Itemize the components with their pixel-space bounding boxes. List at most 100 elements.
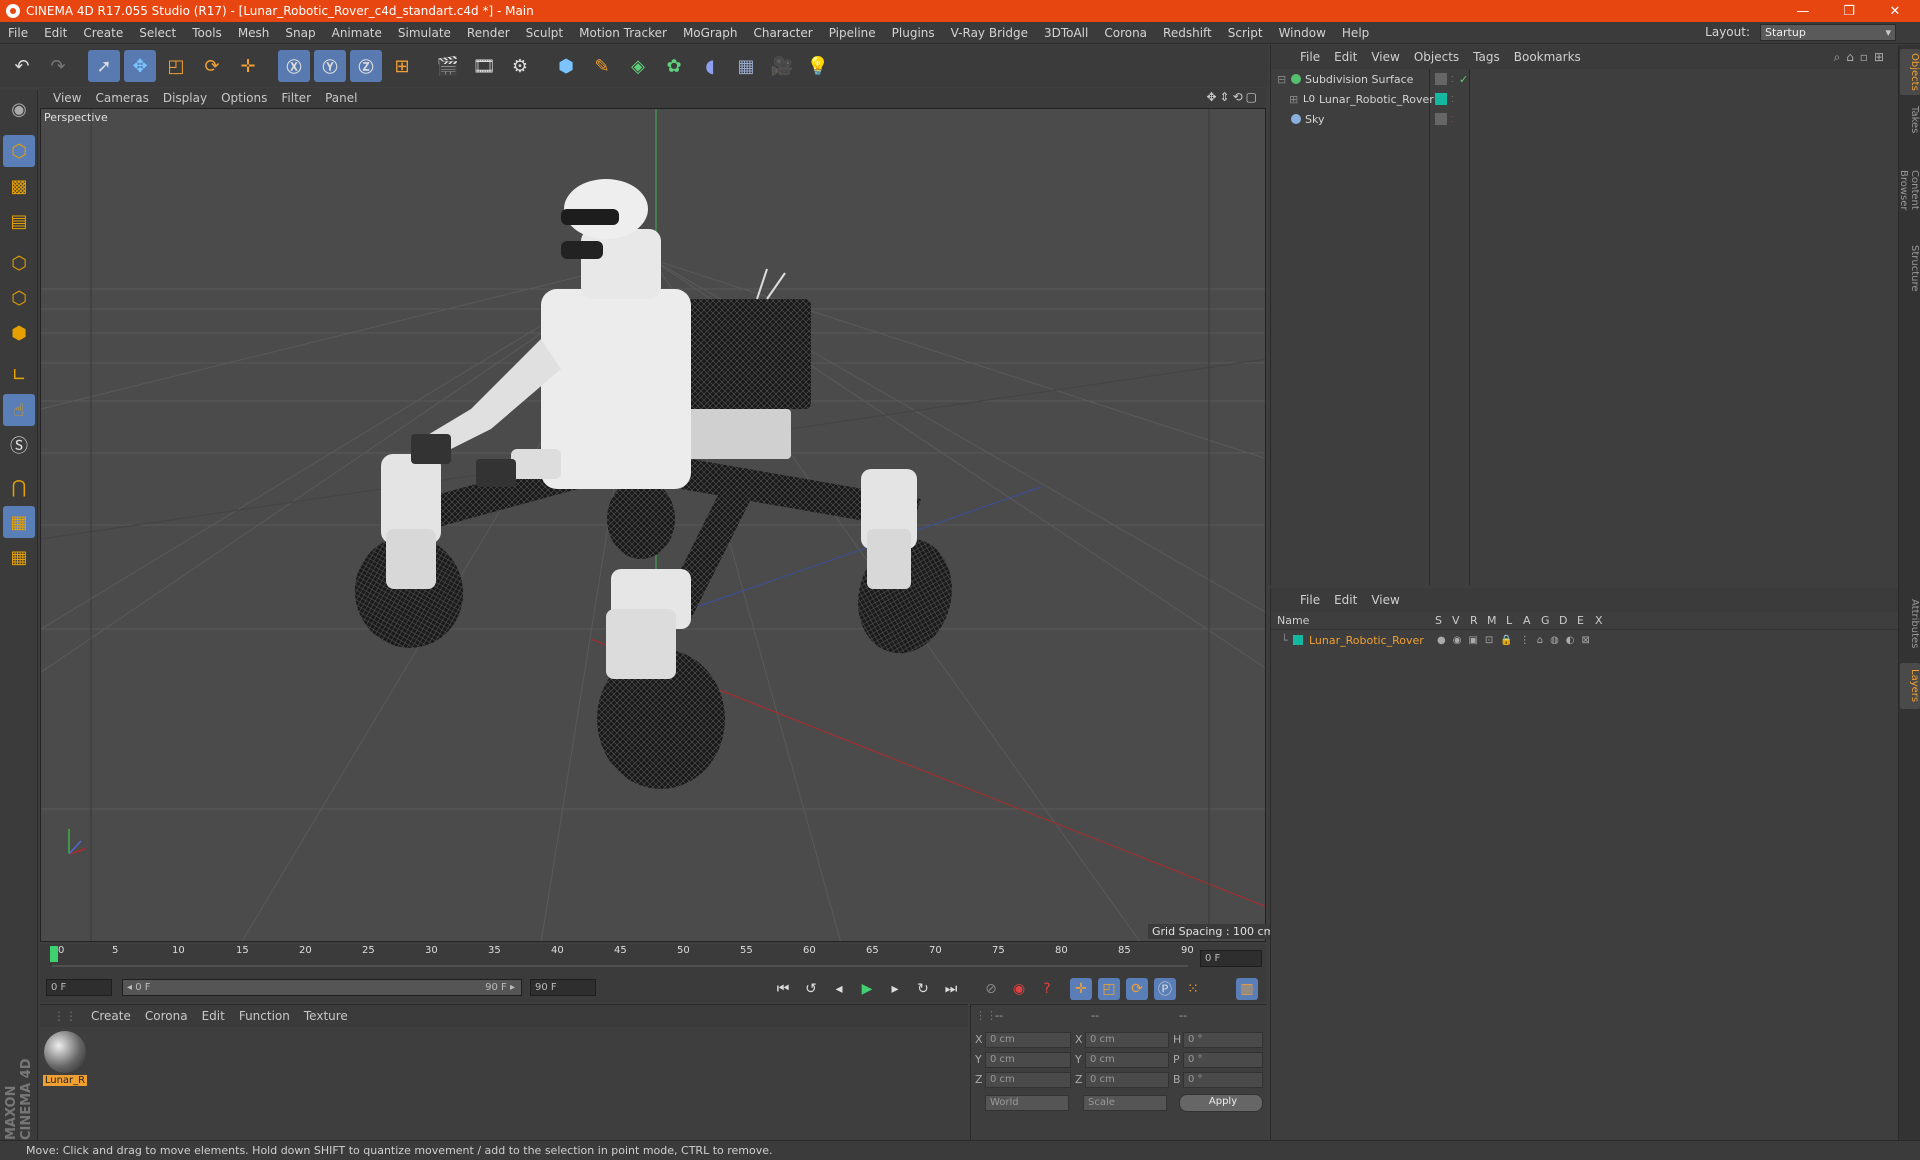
enabled-check-icon[interactable]: ✓ xyxy=(1459,73,1468,86)
material-menu-edit[interactable]: Edit xyxy=(195,1009,232,1023)
key-scale-icon[interactable]: ◰ xyxy=(1098,978,1120,1000)
texture-mode-icon[interactable]: ▩ xyxy=(3,170,35,202)
model-mode-icon[interactable]: ⬡ xyxy=(3,135,35,167)
size-y-field[interactable]: 0 cm xyxy=(1085,1052,1169,1068)
move-tool-icon[interactable]: ✥ xyxy=(124,50,156,82)
menu-mesh[interactable]: Mesh xyxy=(230,26,278,40)
apply-button[interactable]: Apply xyxy=(1179,1094,1263,1112)
coordinate-system-icon[interactable]: ⊞ xyxy=(386,50,418,82)
object-menu-file[interactable]: File xyxy=(1293,50,1327,64)
rot-b-field[interactable]: 0 ° xyxy=(1183,1072,1263,1088)
menu-simulate[interactable]: Simulate xyxy=(390,26,459,40)
size-z-field[interactable]: 0 cm xyxy=(1085,1072,1169,1088)
object-row-sky[interactable]: Sky ⁚ xyxy=(1271,109,1899,129)
rotate-tool-icon[interactable]: ⟳ xyxy=(196,50,228,82)
menu-pipeline[interactable]: Pipeline xyxy=(821,26,884,40)
solo-mode-icon[interactable]: Ⓢ xyxy=(3,429,35,461)
panel-grip-icon[interactable]: ⋮⋮ xyxy=(975,1009,997,1022)
material-swatch[interactable]: Lunar_R xyxy=(43,1031,87,1089)
menu-snap[interactable]: Snap xyxy=(277,26,323,40)
visibility-dots-icon[interactable]: ⁚ xyxy=(1451,115,1454,124)
layer-menu-edit[interactable]: Edit xyxy=(1327,593,1364,607)
autokey-icon[interactable]: ◉ xyxy=(1008,978,1030,1000)
cloner-icon[interactable]: ✿ xyxy=(658,50,690,82)
menu-window[interactable]: Window xyxy=(1271,26,1334,40)
coordinate-space-dropdown[interactable]: World xyxy=(985,1095,1069,1111)
tab-objects[interactable]: Objects xyxy=(1900,49,1920,95)
floor-icon[interactable]: ▦ xyxy=(730,50,762,82)
undo-icon[interactable]: ↶ xyxy=(6,50,38,82)
pos-x-field[interactable]: 0 cm xyxy=(985,1032,1071,1048)
scale-tool-icon[interactable]: ◰ xyxy=(160,50,192,82)
minimize-button[interactable]: — xyxy=(1780,0,1826,22)
layer-color-icon[interactable] xyxy=(1293,635,1303,645)
start-frame-field[interactable]: 0 F xyxy=(46,979,112,996)
perspective-viewport[interactable] xyxy=(40,108,1266,942)
layer-swatch-icon[interactable] xyxy=(1435,93,1447,105)
play-icon[interactable]: ▶ xyxy=(856,978,878,1000)
menu-tools[interactable]: Tools xyxy=(184,26,230,40)
go-to-start-icon[interactable]: ⏮ xyxy=(772,978,794,1000)
viewport-menu-cameras[interactable]: Cameras xyxy=(88,91,155,105)
object-menu-tags[interactable]: Tags xyxy=(1466,50,1507,64)
menu-file[interactable]: File xyxy=(0,26,36,40)
object-menu-objects[interactable]: Objects xyxy=(1407,50,1466,64)
object-row-subdivision-surface[interactable]: ⊟ Subdivision Surface ⁚ ✓ xyxy=(1271,69,1899,89)
camera-icon[interactable]: 🎥 xyxy=(766,50,798,82)
end-frame-field[interactable]: 90 F xyxy=(530,979,596,996)
menu-character[interactable]: Character xyxy=(745,26,820,40)
live-selection-icon[interactable]: ➚ xyxy=(88,50,120,82)
cube-primitive-icon[interactable]: ⬢ xyxy=(550,50,582,82)
multi-tool-icon[interactable]: ✛ xyxy=(232,50,264,82)
viewport-menu-filter[interactable]: Filter xyxy=(274,91,318,105)
snap-magnet-icon[interactable]: ⋂ xyxy=(3,471,35,503)
menu-animate[interactable]: Animate xyxy=(324,26,390,40)
size-x-field[interactable]: 0 cm xyxy=(1085,1032,1169,1048)
layout-select[interactable]: Startup xyxy=(1760,24,1896,41)
object-row-lunar-robotic-rover[interactable]: ⊞ L0 Lunar_Robotic_Rover ⁚ xyxy=(1271,89,1899,109)
render-to-picture-viewer-icon[interactable]: 🎞 xyxy=(468,50,500,82)
layer-menu-file[interactable]: File xyxy=(1293,593,1327,607)
render-view-icon[interactable]: 🎬 xyxy=(432,50,464,82)
rot-h-field[interactable]: 0 ° xyxy=(1183,1032,1263,1048)
workplane-mode-icon[interactable]: ▤ xyxy=(3,205,35,237)
tab-structure[interactable]: Structure xyxy=(1900,241,1920,295)
menu-render[interactable]: Render xyxy=(459,26,518,40)
layer-row[interactable]: └ Lunar_Robotic_Rover ●◉▣⊡🔒⋮⌂◍◐⊠ xyxy=(1271,630,1898,650)
object-manager-nav-icons[interactable]: ⌕⌂▫⊞ xyxy=(1833,50,1890,65)
record-keys-icon[interactable]: ⊘ xyxy=(980,978,1002,1000)
visibility-dots-icon[interactable]: ⁚ xyxy=(1451,75,1454,84)
tree-toggle-icon[interactable]: ⊟ xyxy=(1277,73,1291,86)
tab-layers[interactable]: Layers xyxy=(1900,663,1920,709)
material-menu-corona[interactable]: Corona xyxy=(138,1009,195,1023)
layer-flag-icons[interactable]: ●◉▣⊡🔒⋮⌂◍◐⊠ xyxy=(1437,635,1597,646)
visibility-dots-icon[interactable]: ⁚ xyxy=(1451,95,1454,104)
rot-p-field[interactable]: 0 ° xyxy=(1183,1052,1263,1068)
viewport-menu-panel[interactable]: Panel xyxy=(318,91,364,105)
y-axis-lock-icon[interactable]: Ⓨ xyxy=(314,50,346,82)
size-mode-dropdown[interactable]: Scale xyxy=(1083,1095,1167,1111)
layer-name[interactable]: Lunar_Robotic_Rover xyxy=(1309,634,1424,647)
close-button[interactable]: ✕ xyxy=(1872,0,1918,22)
material-menu-create[interactable]: Create xyxy=(84,1009,138,1023)
edit-render-settings-icon[interactable]: ⚙ xyxy=(504,50,536,82)
object-menu-bookmarks[interactable]: Bookmarks xyxy=(1507,50,1588,64)
timeline-window-icon[interactable]: ▥ xyxy=(1236,978,1258,1000)
redo-icon[interactable]: ↷ xyxy=(42,50,74,82)
locked-workplane-icon[interactable]: ▦ xyxy=(3,506,35,538)
viewport-navigation-icons[interactable]: ✥⇕⟲▢ xyxy=(1206,90,1260,104)
menu-vray-bridge[interactable]: V-Ray Bridge xyxy=(943,26,1036,40)
tab-takes[interactable]: Takes xyxy=(1900,101,1920,139)
subdivision-surface-icon[interactable]: ◈ xyxy=(622,50,654,82)
polygons-mode-icon[interactable]: ⬢ xyxy=(3,317,35,349)
previous-frame-icon[interactable]: ◂ xyxy=(828,978,850,1000)
menu-redshift[interactable]: Redshift xyxy=(1155,26,1220,40)
pos-y-field[interactable]: 0 cm xyxy=(985,1052,1071,1068)
make-editable-icon[interactable]: ◉ xyxy=(3,93,35,125)
pos-z-field[interactable]: 0 cm xyxy=(985,1072,1071,1088)
deformer-icon[interactable]: ◖ xyxy=(694,50,726,82)
key-help-icon[interactable]: ? xyxy=(1036,978,1058,1000)
viewport-menu-display[interactable]: Display xyxy=(156,91,214,105)
menu-mograph[interactable]: MoGraph xyxy=(675,26,746,40)
next-key-icon[interactable]: ↻ xyxy=(912,978,934,1000)
